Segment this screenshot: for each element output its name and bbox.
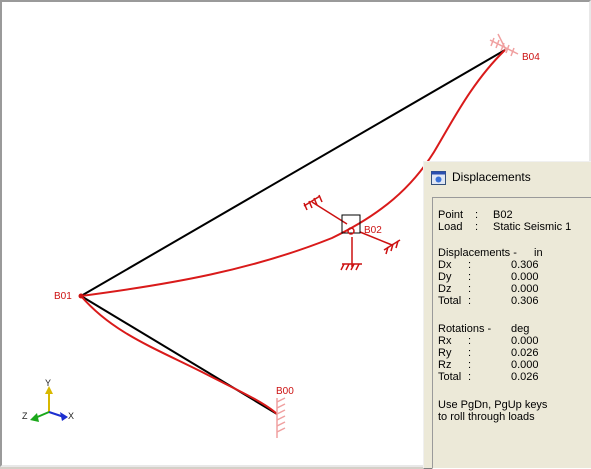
result-row-label: Total	[438, 295, 462, 307]
result-row-separator: :	[468, 335, 472, 347]
result-row-label: Dx	[438, 259, 452, 271]
window-app-icon	[431, 171, 446, 185]
graphics-viewport[interactable]: B04 B02 B01 B00 Y X Z Displacements Poin…	[0, 0, 591, 469]
rotations-unit: deg	[511, 323, 530, 335]
result-row-separator: :	[468, 347, 472, 359]
result-row-separator: :	[468, 295, 472, 307]
node-label-b01: B01	[54, 291, 72, 302]
result-row-separator: :	[468, 359, 472, 371]
point-separator: :	[475, 209, 479, 221]
navigation-hint: Use PgDn, PgUp keys	[438, 399, 548, 411]
axis-label-z: Z	[22, 411, 28, 421]
anchor-support-icon	[489, 33, 519, 57]
load-separator: :	[475, 221, 479, 233]
result-row-label: Dy	[438, 271, 452, 283]
displacements-window[interactable]: Displacements Point : B02 Load : Static …	[423, 161, 591, 469]
result-row-value: 0.000	[511, 283, 539, 295]
result-row-value: 0.306	[511, 295, 539, 307]
result-row-value: 0.026	[511, 371, 539, 383]
anchor-support-icon	[276, 397, 286, 438]
window-titlebar[interactable]: Displacements	[424, 162, 591, 192]
point-value: B02	[493, 209, 513, 221]
displacements-header: Displacements -	[438, 247, 517, 259]
result-row-value: 0.000	[511, 359, 539, 371]
displacements-unit: in	[534, 247, 543, 259]
node-label-b00: B00	[276, 386, 294, 397]
result-row-separator: :	[468, 271, 472, 283]
load-value: Static Seismic 1	[493, 221, 572, 233]
result-row-label: Rz	[438, 359, 452, 371]
axis-label-x: X	[68, 411, 74, 421]
result-row-separator: :	[468, 371, 472, 383]
result-row-label: Rx	[438, 335, 452, 347]
result-row-label: Dz	[438, 283, 452, 295]
result-row-value: 0.000	[511, 271, 539, 283]
result-row-label: Ry	[438, 347, 452, 359]
result-row-value: 0.306	[511, 259, 539, 271]
point-label: Point	[438, 209, 464, 221]
node-point-b01[interactable]	[78, 293, 84, 299]
displacement-results-panel: Point : B02 Load : Static Seismic 1 Disp…	[432, 197, 591, 469]
node-label-b02: B02	[364, 225, 382, 236]
rotations-header: Rotations -	[438, 323, 492, 335]
load-label: Load	[438, 221, 463, 233]
result-row-value: 0.000	[511, 335, 539, 347]
axis-triad: Y X Z	[22, 378, 74, 422]
navigation-hint: to roll through loads	[438, 411, 535, 423]
result-row-separator: :	[468, 259, 472, 271]
node-label-b04: B04	[522, 52, 540, 63]
result-row-separator: :	[468, 283, 472, 295]
result-row-label: Total	[438, 371, 462, 383]
result-row-value: 0.026	[511, 347, 539, 359]
axis-label-y: Y	[45, 378, 51, 388]
window-title: Displacements	[452, 170, 531, 184]
